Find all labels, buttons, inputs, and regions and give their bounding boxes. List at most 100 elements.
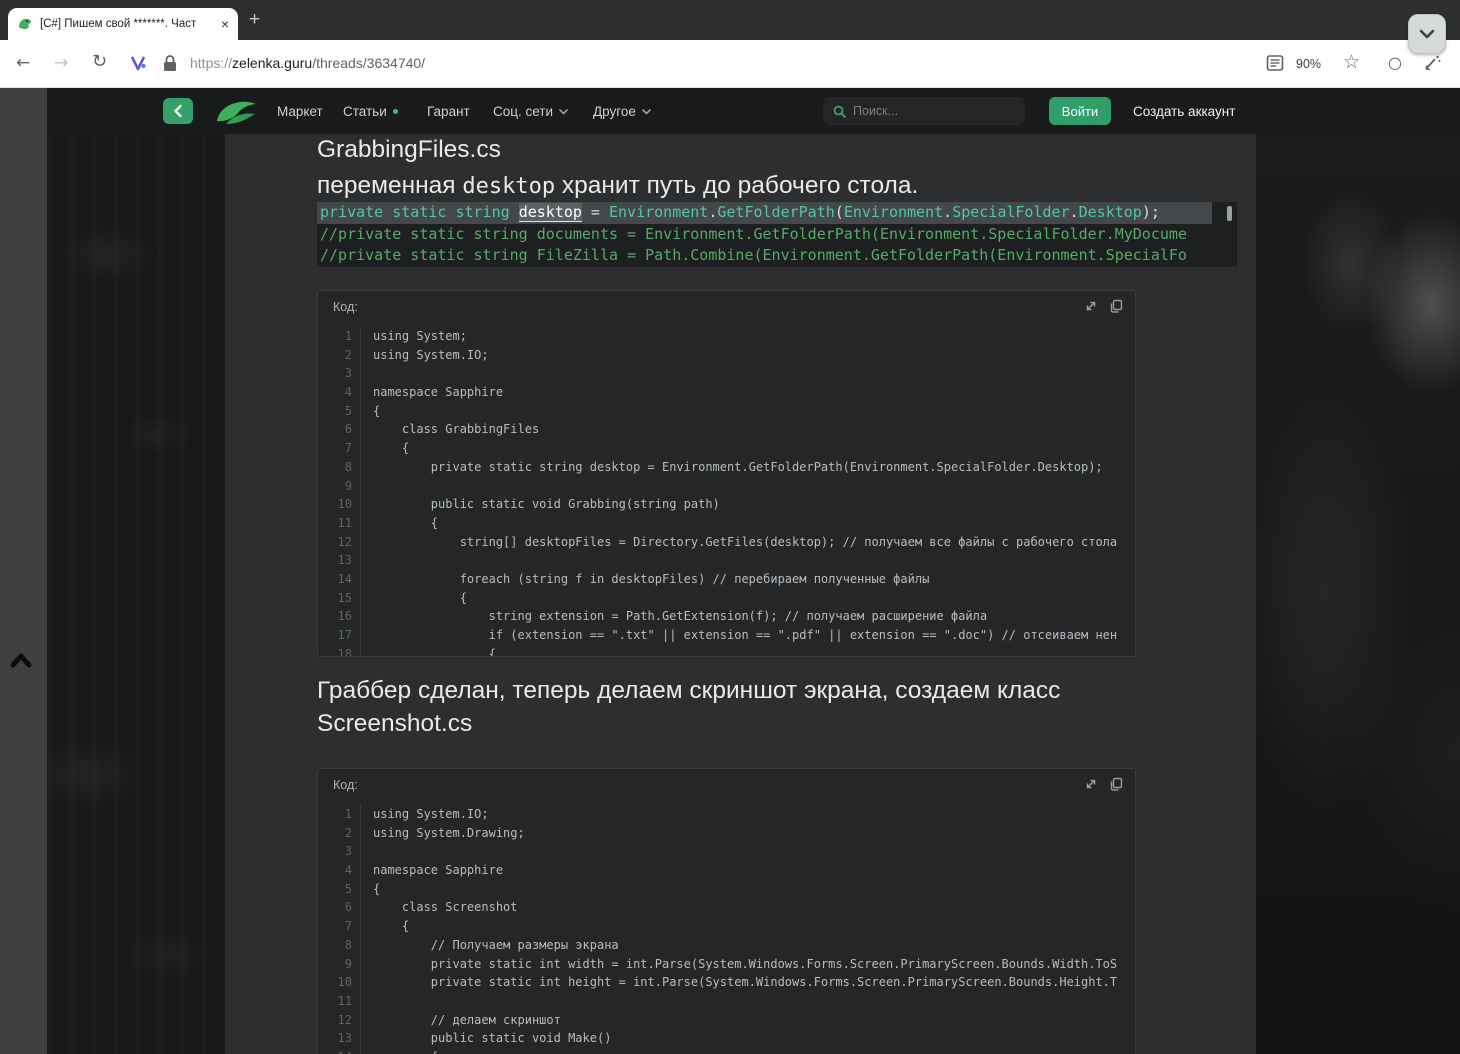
nav-item-market[interactable]: Маркет — [277, 104, 323, 119]
line-code: namespace Sapphire — [361, 383, 503, 402]
screen: [C#] Пишем свой *******. Част × + ← → ↻ … — [0, 0, 1460, 1054]
code-line: 1 using System.IO; — [318, 805, 1135, 824]
browser-dropdown-button[interactable] — [1408, 14, 1446, 54]
nav-item-other[interactable]: Другое — [593, 104, 651, 119]
site-navbar: Маркет Статьи Гарант Соц. сети Другое По… — [47, 88, 1460, 134]
code-line: 4 namespace Sapphire — [318, 861, 1135, 880]
line-code — [361, 842, 373, 861]
code-line: 7 { — [318, 917, 1135, 936]
line-code: string extension = Path.GetExtension(f);… — [361, 607, 987, 626]
line-code: string[] desktopFiles = Directory.GetFil… — [361, 533, 1117, 552]
search-icon — [833, 105, 846, 118]
reload-icon[interactable]: ↻ — [92, 51, 107, 72]
code-line: 11 — [318, 992, 1135, 1011]
line-code: public static void Make() — [361, 1029, 611, 1048]
code-line: 12 // делаем скриншот — [318, 1011, 1135, 1030]
post-paragraph: переменная desktop хранит путь до рабоче… — [317, 172, 918, 200]
line-number: 14 — [318, 570, 361, 589]
search-placeholder: Поиск... — [853, 104, 898, 118]
browser-tab[interactable]: [C#] Пишем свой *******. Част × — [8, 8, 238, 40]
code-line: 4 namespace Sapphire — [318, 383, 1135, 402]
code-lines: 1 using System.IO; 2 using System.Drawin… — [318, 799, 1135, 1054]
line-code — [361, 551, 373, 570]
code-line: 13 public static void Make() — [318, 1029, 1135, 1048]
code-line: 9 private static int width = int.Parse(S… — [318, 955, 1135, 974]
site-logo[interactable] — [212, 94, 262, 128]
chevron-down-icon — [559, 109, 568, 115]
address-bar[interactable]: https://zelenka.guru/threads/3634740/ — [190, 55, 425, 71]
line-code: class GrabbingFiles — [361, 420, 539, 439]
line-code: using System.Drawing; — [361, 824, 525, 843]
line-number: 14 — [318, 1048, 361, 1054]
code-line: 5 { — [318, 402, 1135, 421]
code-line: 3 — [318, 364, 1135, 383]
forward-icon[interactable]: → — [54, 53, 68, 73]
line-number: 3 — [318, 364, 361, 383]
scroll-to-top-icon[interactable] — [10, 651, 32, 669]
copy-code-icon[interactable] — [1109, 299, 1123, 313]
zoom-level[interactable]: 90% — [1296, 57, 1321, 71]
extension-vpn-icon[interactable] — [129, 54, 147, 72]
code-line: 6 class GrabbingFiles — [318, 420, 1135, 439]
tab-close-icon[interactable]: × — [221, 17, 229, 31]
line-number: 17 — [318, 626, 361, 645]
expand-code-icon[interactable] — [1084, 777, 1098, 791]
line-number: 18 — [318, 645, 361, 656]
line-number: 11 — [318, 992, 361, 1011]
nav-item-social[interactable]: Соц. сети — [493, 104, 568, 119]
code-line: 11 { — [318, 514, 1135, 533]
back-icon[interactable]: ← — [16, 53, 30, 73]
code-line: 8 // Получаем размеры экрана — [318, 936, 1135, 955]
login-button[interactable]: Войти — [1049, 97, 1111, 125]
post-heading-grabbingfiles: GrabbingFiles.cs — [317, 136, 501, 164]
line-number: 16 — [318, 607, 361, 626]
background-image-right — [1256, 134, 1460, 1054]
collections-circle-icon[interactable]: ○ — [1388, 53, 1402, 72]
line-number: 10 — [318, 973, 361, 992]
cleanup-broom-icon[interactable] — [1422, 53, 1442, 73]
line-number: 15 — [318, 589, 361, 608]
line-number: 8 — [318, 936, 361, 955]
code-line: 17 if (extension == ".txt" || extension … — [318, 626, 1135, 645]
expand-code-icon[interactable] — [1084, 299, 1098, 313]
new-tab-button[interactable]: + — [249, 9, 260, 31]
line-number: 4 — [318, 383, 361, 402]
code-label: Код: — [333, 778, 358, 792]
line-number: 9 — [318, 955, 361, 974]
code-block-header: Код: — [318, 291, 1135, 321]
nav-item-articles[interactable]: Статьи — [343, 104, 398, 119]
search-input[interactable]: Поиск... — [823, 97, 1025, 125]
line-number: 2 — [318, 346, 361, 365]
line-number: 5 — [318, 402, 361, 421]
code-line: 3 — [318, 842, 1135, 861]
line-code: // Получаем размеры экрана — [361, 936, 619, 955]
line-number: 12 — [318, 1011, 361, 1030]
line-number: 13 — [318, 551, 361, 570]
reader-mode-icon[interactable] — [1266, 54, 1284, 72]
code-line: 7 { — [318, 439, 1135, 458]
articles-green-dot — [393, 109, 398, 114]
line-code: { — [361, 1048, 438, 1054]
line-number: 13 — [318, 1029, 361, 1048]
background-texture-left — [47, 134, 225, 1054]
line-code: { — [361, 589, 467, 608]
code-line: 10 public static void Grabbing(string pa… — [318, 495, 1135, 514]
line-number: 8 — [318, 458, 361, 477]
nav-item-garant[interactable]: Гарант — [427, 104, 470, 119]
browser-tab-strip: [C#] Пишем свой *******. Част × + — [0, 0, 1460, 40]
line-number: 5 — [318, 880, 361, 899]
bookmark-star-icon[interactable]: ☆ — [1343, 51, 1360, 73]
line-number: 9 — [318, 477, 361, 496]
copy-code-icon[interactable] — [1109, 777, 1123, 791]
ide-line: private static string desktop = Environm… — [317, 202, 1212, 224]
code-line: 16 string extension = Path.GetExtension(… — [318, 607, 1135, 626]
lock-icon[interactable] — [163, 55, 177, 72]
code-line: 14 { — [318, 1048, 1135, 1054]
navbar-back-button[interactable] — [163, 98, 193, 124]
line-code — [361, 364, 373, 383]
code-line: 8 private static string desktop = Enviro… — [318, 458, 1135, 477]
signup-link[interactable]: Создать аккаунт — [1133, 104, 1235, 119]
line-number: 6 — [318, 898, 361, 917]
ide-scrollbar-thumb — [1227, 206, 1232, 221]
ide-code-screenshot: private static string desktop = Environm… — [317, 202, 1237, 267]
